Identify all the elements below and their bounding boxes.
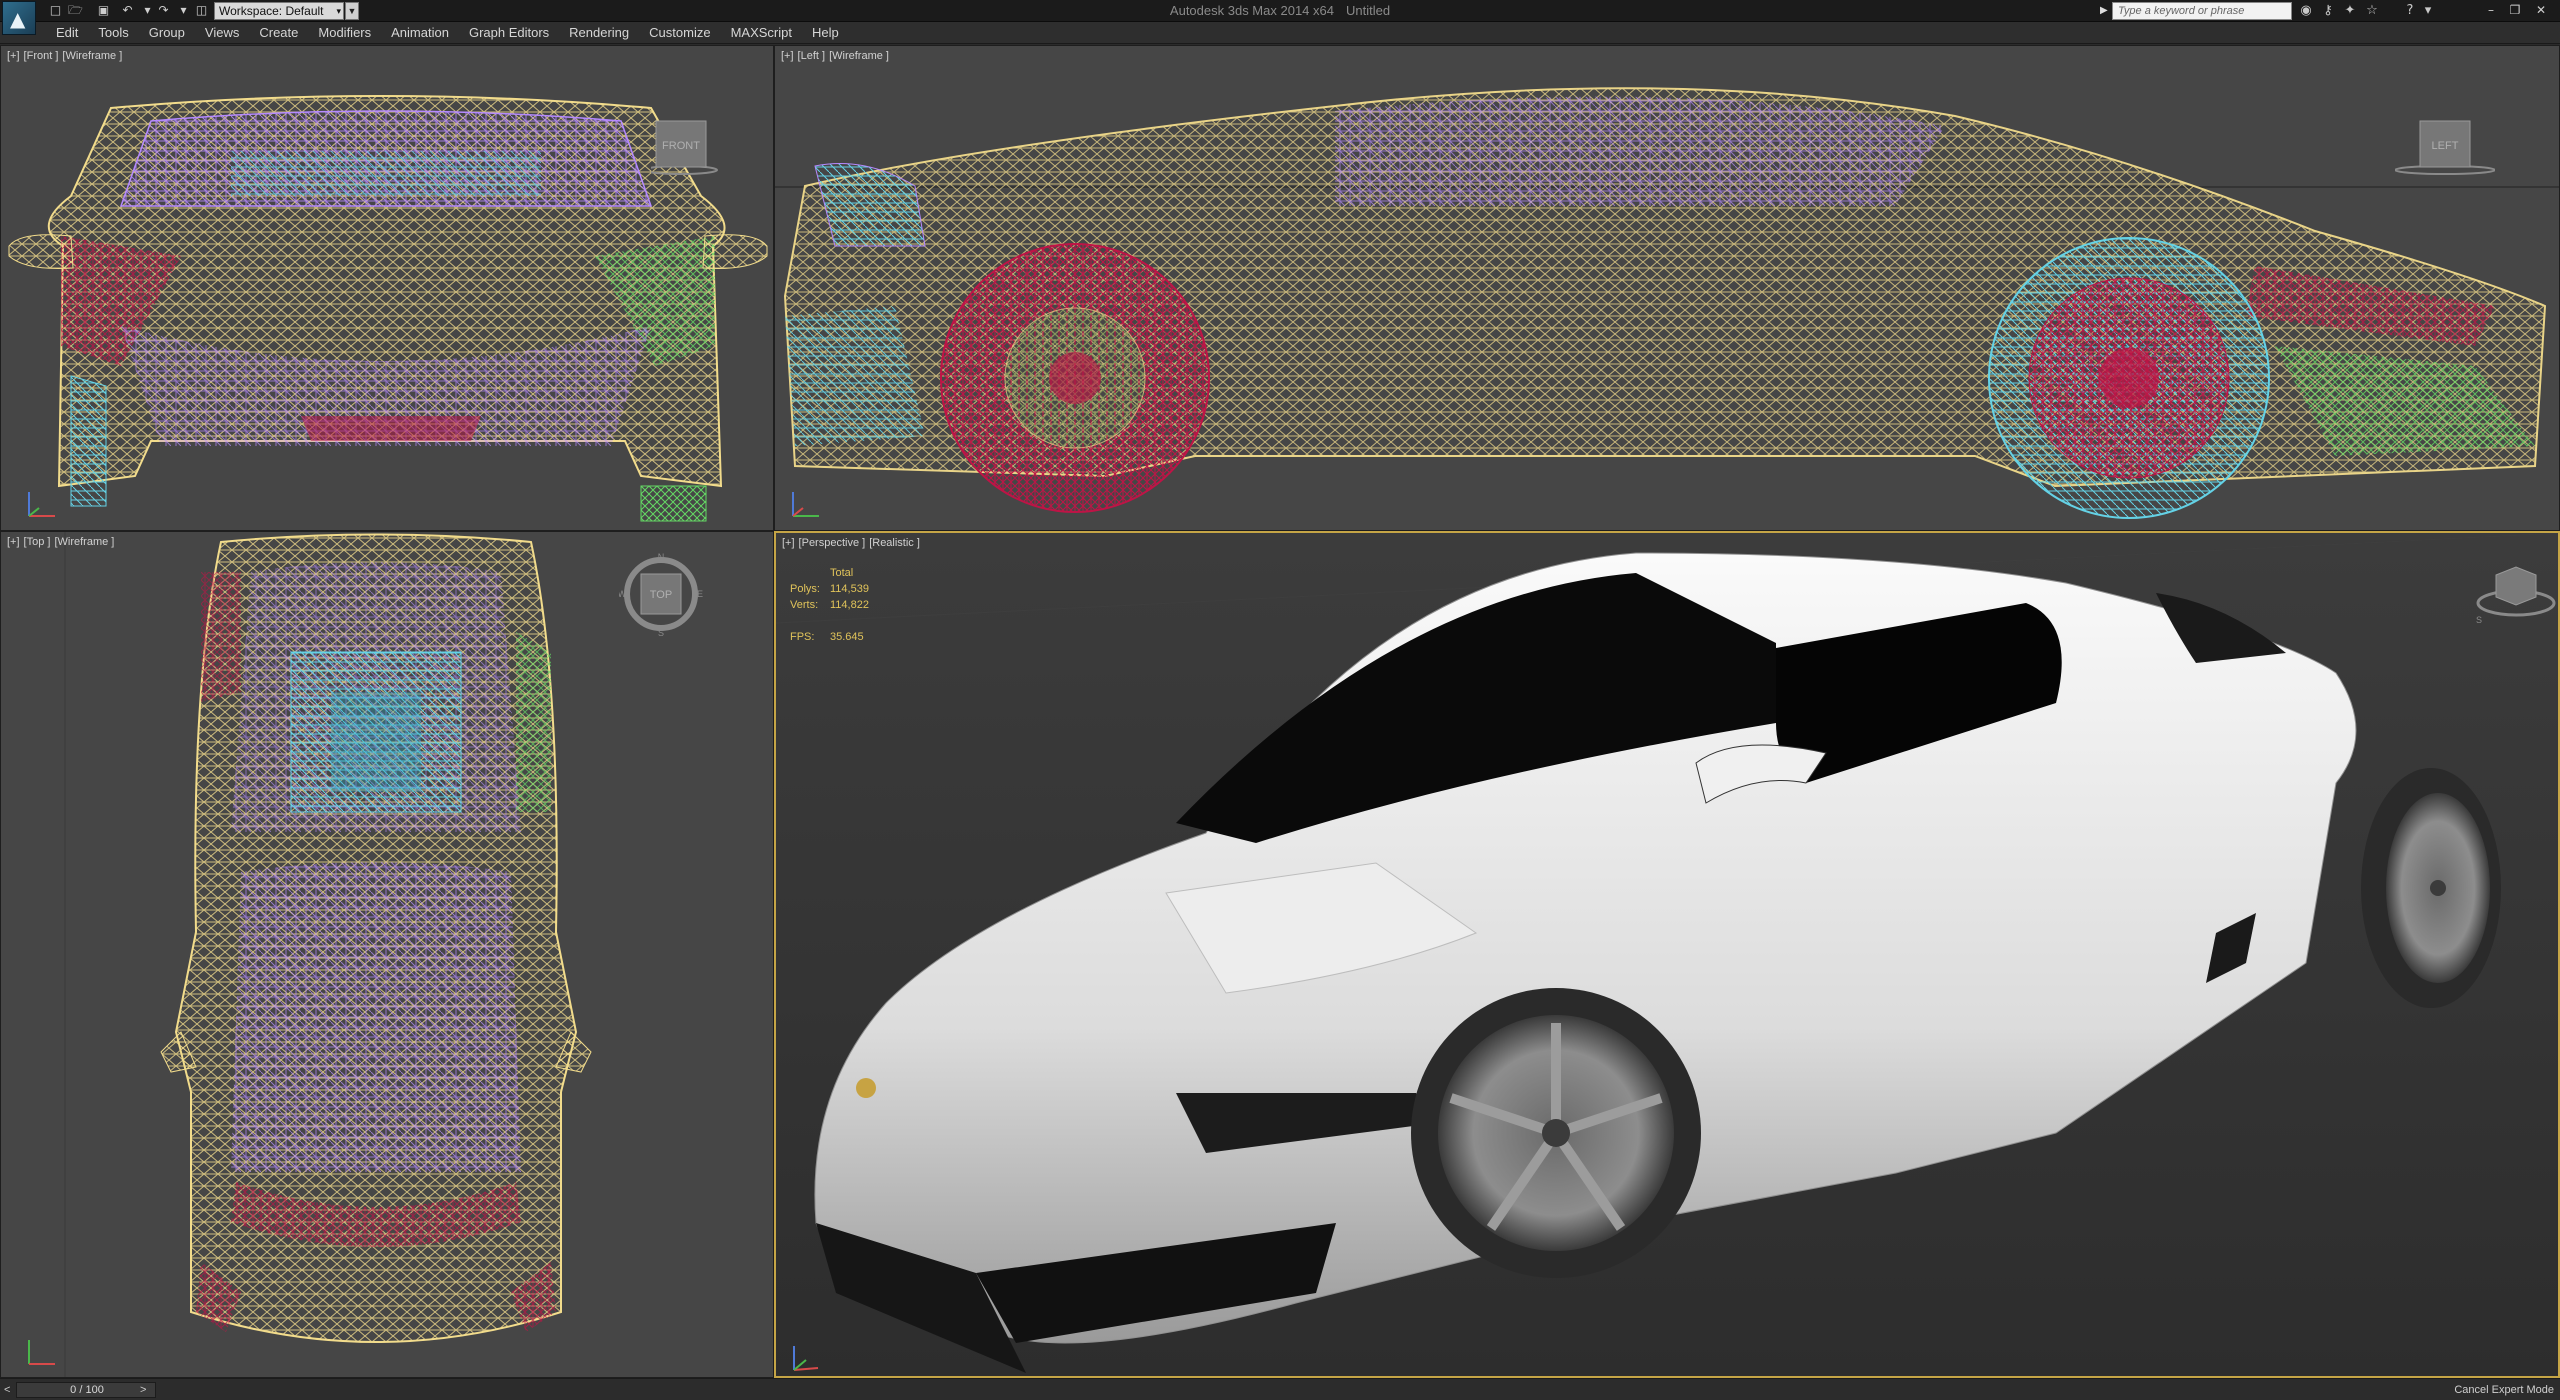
menu-maxscript[interactable]: MAXScript (721, 22, 802, 44)
viewport-menu-plus[interactable]: [+] (781, 50, 794, 62)
time-slider-thumb[interactable]: 0 / 100 (17, 1383, 157, 1397)
scene-statistics: Total Polys: 114,539 Verts: 114,822 FPS: 35… (790, 565, 869, 645)
car-wireframe-side (775, 87, 2559, 519)
title-bar: ▲ □ 🗁 ▣ ↶ ▾ ↷ ▾ ◫ Workspace: Default ▾ ▼ … (0, 0, 2560, 35)
document-name: Untitled (1345, 3, 1391, 18)
menu-rendering[interactable]: Rendering (559, 22, 639, 44)
viewport-menu-plus[interactable]: [+] (7, 536, 20, 548)
menu-bar: Edit Tools Group Views Create Modifiers … (0, 22, 2560, 44)
viewport-label-front[interactable]: [+] [Front ] [Wireframe ] (7, 50, 126, 62)
menu-views[interactable]: Views (195, 22, 249, 44)
menu-edit[interactable]: Edit (46, 22, 88, 44)
3ds-max-window: ▲ □ 🗁 ▣ ↶ ▾ ↷ ▾ ◫ Workspace: Default ▾ ▼ … (0, 0, 2560, 1400)
app-name: Autodesk 3ds Max 2014 x64 (1169, 3, 1334, 18)
stats-polys-row: Polys: 114,539 (790, 581, 869, 597)
viewcube-face-label: FRONT (662, 140, 700, 152)
close-button[interactable]: ✕ (2530, 1, 2552, 19)
search-input[interactable]: Type a keyword or phrase (2112, 2, 2292, 20)
viewport-menu-plus[interactable]: [+] (7, 50, 20, 62)
menu-help[interactable]: Help (802, 22, 849, 44)
viewport-view-name[interactable]: [Front ] (24, 50, 59, 62)
viewcube-left[interactable]: LEFT (2394, 116, 2496, 181)
help-icon[interactable]: ? (2402, 3, 2418, 19)
axis-tripod-icon (23, 1332, 63, 1377)
stats-fps-label: FPS: (790, 631, 815, 643)
3ds-max-logo-icon[interactable]: ▲ (2, 1, 36, 35)
status-bar: < 0 / 100 > Cancel Expert Mode (0, 1378, 2560, 1400)
axis-tripod-icon (787, 484, 827, 529)
viewport-perspective[interactable]: [+] [Perspective ] [Realistic ] Total Poly… (774, 531, 2560, 1378)
viewport-view-name[interactable]: [Perspective ] (799, 537, 866, 549)
viewport-label-left[interactable]: [+] [Left ] [Wireframe ] (781, 50, 893, 62)
compass-south: S (2476, 615, 2482, 623)
viewport-label-perspective[interactable]: [+] [Perspective ] [Realistic ] (782, 537, 924, 549)
stats-verts-row: Verts: 114,822 (790, 597, 869, 613)
stats-fps-value: 35.645 (830, 631, 864, 643)
viewport-label-top[interactable]: [+] [Top ] [Wireframe ] (7, 536, 118, 548)
viewport-view-name[interactable]: [Top ] (24, 536, 51, 548)
binoculars-icon[interactable]: ◉ (2298, 3, 2314, 19)
stats-polys-label: Polys: (790, 583, 820, 595)
time-slider-prev-button[interactable]: < (4, 1382, 16, 1398)
viewport-shading-mode[interactable]: [Realistic ] (869, 537, 920, 549)
viewcube-face-label: LEFT (2432, 140, 2459, 152)
star-icon[interactable]: ☆ (2364, 3, 2380, 19)
key-icon[interactable]: ⚷ (2320, 3, 2336, 19)
cancel-expert-mode-button[interactable]: Cancel Expert Mode (2454, 1382, 2554, 1398)
stats-verts-value: 114,822 (830, 599, 869, 611)
menu-graph-editors[interactable]: Graph Editors (459, 22, 559, 44)
car-render-perspective (776, 533, 2558, 1373)
axis-tripod-icon (23, 484, 63, 529)
viewcube-top[interactable]: TOP N S W E (618, 552, 703, 641)
menu-tools[interactable]: Tools (88, 22, 138, 44)
viewcube-front[interactable]: FRONT (644, 116, 731, 181)
car-wireframe-top (64, 532, 592, 1377)
time-slider[interactable]: 0 / 100 (16, 1382, 156, 1398)
menu-create[interactable]: Create (249, 22, 308, 44)
search-expand-icon[interactable]: ▶ (2100, 2, 2112, 20)
menu-animation[interactable]: Animation (381, 22, 459, 44)
viewcube-perspective[interactable]: S (2476, 563, 2556, 628)
viewcube-face-label: TOP (650, 589, 672, 601)
viewport-top[interactable]: [+] [Top ][Wireframe ] TOP N S W (0, 531, 774, 1378)
stats-header: Total (830, 567, 854, 579)
stats-polys-value: 114,539 (830, 583, 869, 595)
compass-south: S (658, 628, 664, 636)
viewport-shading-mode[interactable]: [Wireframe ] (829, 50, 889, 62)
minimize-button[interactable]: – (2480, 1, 2502, 19)
satellite-icon[interactable]: ✦ (2342, 3, 2358, 19)
viewport-view-name[interactable]: [Left ] (798, 50, 826, 62)
compass-west: W (619, 589, 627, 599)
menu-modifiers[interactable]: Modifiers (308, 22, 381, 44)
viewport-shading-mode[interactable]: [Wireframe ] (62, 50, 122, 62)
stats-fps-row: FPS: 35.645 (790, 629, 869, 645)
stats-verts-label: Verts: (790, 599, 819, 611)
viewport-front[interactable]: [+] [Front ] [Wireframe ] FRONT (0, 45, 774, 531)
compass-east: E (697, 589, 703, 599)
viewport-shading-mode[interactable]: [Wireframe ] (54, 536, 114, 548)
help-dropdown-icon[interactable]: ▾ (2420, 3, 2436, 19)
viewport-left[interactable]: [+] [Left ] [Wireframe ] LEFT (774, 45, 2560, 531)
axis-tripod-icon (788, 1338, 828, 1376)
time-slider-next-button[interactable]: > (140, 1382, 152, 1398)
maximize-button[interactable]: ❐ (2504, 1, 2526, 19)
menu-customize[interactable]: Customize (639, 22, 720, 44)
viewport-menu-plus[interactable]: [+] (782, 537, 795, 549)
menu-group[interactable]: Group (139, 22, 195, 44)
compass-north: N (658, 552, 665, 562)
